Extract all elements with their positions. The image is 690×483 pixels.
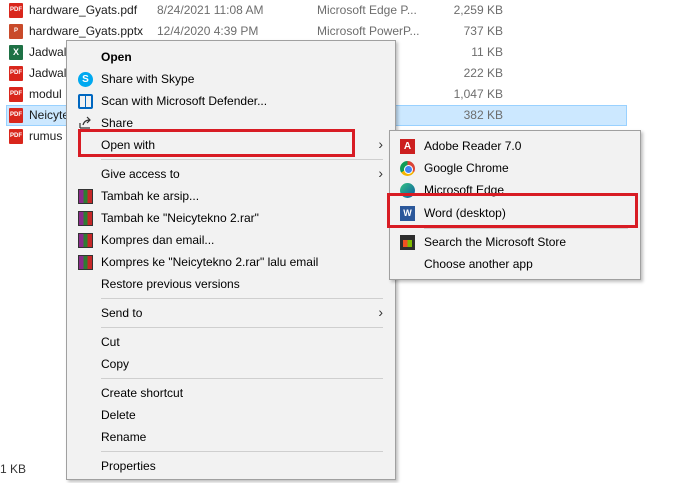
menu-item-label: Open (101, 50, 132, 64)
menu-item-label: Open with (101, 138, 156, 152)
file-name[interactable]: hardware_Gyats.pptx (29, 24, 143, 38)
file-name[interactable]: Jadwal (29, 66, 66, 80)
menu-item-kompres-email[interactable]: Kompres dan email... (67, 229, 395, 251)
menu-item-label: Tambah ke "Neicytekno 2.rar" (101, 211, 259, 225)
pdf-file-icon: PDF (9, 129, 23, 144)
menu-item-label: Restore previous versions (101, 277, 240, 291)
file-size: 382 KB (463, 108, 503, 122)
menu-item-kompres-rar-email[interactable]: Kompres ke "Neicytekno 2.rar" lalu email (67, 251, 395, 273)
menu-item-label: Kompres ke "Neicytekno 2.rar" lalu email (101, 255, 319, 269)
file-name[interactable]: hardware_Gyats.pdf (29, 3, 137, 17)
menu-item-label: Choose another app (424, 257, 533, 271)
menu-item-tambah-rar[interactable]: Tambah ke "Neicytekno 2.rar" (67, 207, 395, 229)
file-name[interactable]: Jadwal (29, 45, 66, 59)
menu-item-label: Share (101, 116, 134, 130)
menu-item-label: Google Chrome (424, 161, 509, 175)
menu-item-label: Share with Skype (101, 72, 195, 86)
xlsx-file-icon: X (9, 45, 23, 60)
menu-separator (101, 327, 383, 328)
file-size: 11 KB (471, 45, 503, 59)
menu-item-share[interactable]: Share (67, 112, 395, 134)
open-with-submenu: A Adobe Reader 7.0 Google Chrome Microso… (389, 130, 641, 280)
menu-item-label: Scan with Microsoft Defender... (101, 94, 268, 108)
menu-item-send-to[interactable]: Send to › (67, 302, 395, 324)
menu-item-label: Give access to (101, 167, 180, 181)
menu-separator (424, 228, 628, 229)
file-date: 8/24/2021 11:08 AM (157, 3, 264, 17)
menu-item-label: Adobe Reader 7.0 (424, 139, 522, 153)
file-size: 222 KB (463, 66, 503, 80)
menu-item-label: Properties (101, 459, 156, 473)
file-size: 737 KB (463, 24, 503, 38)
share-icon (78, 116, 93, 131)
submenu-item-choose-another[interactable]: Choose another app (390, 253, 640, 275)
defender-shield-icon (78, 94, 93, 109)
menu-item-open[interactable]: Open (67, 46, 395, 68)
file-size: 1,047 KB (453, 87, 503, 101)
pdf-file-icon: PDF (9, 66, 23, 81)
pptx-file-icon: P (9, 24, 23, 39)
pdf-file-icon: PDF (9, 87, 23, 102)
menu-item-label: Create shortcut (101, 386, 184, 400)
menu-item-label: Copy (101, 357, 130, 371)
winrar-icon (78, 255, 93, 270)
edge-icon (400, 183, 415, 198)
pdf-file-icon: PDF (9, 3, 23, 18)
menu-item-scan-defender[interactable]: Scan with Microsoft Defender... (67, 90, 395, 112)
status-size: 1 KB (0, 462, 27, 476)
menu-item-tambah-arsip[interactable]: Tambah ke arsip... (67, 185, 395, 207)
menu-separator (101, 159, 383, 160)
menu-item-give-access[interactable]: Give access to › (67, 163, 395, 185)
menu-item-delete[interactable]: Delete (67, 404, 395, 426)
menu-item-rename[interactable]: Rename (67, 426, 395, 448)
menu-item-label: Word (desktop) (424, 206, 506, 220)
microsoft-store-icon (400, 235, 415, 250)
menu-item-label: Send to (101, 306, 143, 320)
menu-item-restore[interactable]: Restore previous versions (67, 273, 395, 295)
file-name[interactable]: rumus (29, 129, 62, 143)
chevron-right-icon: › (378, 136, 383, 152)
winrar-icon (78, 233, 93, 248)
submenu-item-microsoft-edge[interactable]: Microsoft Edge (390, 179, 640, 201)
menu-item-open-with[interactable]: Open with › (67, 134, 395, 156)
menu-item-properties[interactable]: Properties (67, 455, 395, 477)
winrar-icon (78, 211, 93, 226)
submenu-item-microsoft-store[interactable]: Search the Microsoft Store (390, 231, 640, 253)
chevron-right-icon: › (378, 165, 383, 181)
pdf-file-icon: PDF (9, 108, 23, 123)
file-row[interactable]: PDF hardware_Gyats.pdf 8/24/2021 11:08 A… (0, 0, 690, 21)
file-row[interactable]: P hardware_Gyats.pptx 12/4/2020 4:39 PM … (0, 21, 690, 42)
word-icon: W (400, 206, 415, 221)
submenu-item-word[interactable]: W Word (desktop) (390, 202, 640, 224)
context-menu: Open S Share with Skype Scan with Micros… (66, 40, 396, 480)
menu-item-label: Rename (101, 430, 147, 444)
file-name[interactable]: Neicyte (29, 108, 69, 122)
menu-item-label: Delete (101, 408, 136, 422)
menu-item-cut[interactable]: Cut (67, 331, 395, 353)
file-date: 12/4/2020 4:39 PM (157, 24, 259, 38)
file-name[interactable]: modul (29, 87, 62, 101)
menu-item-copy[interactable]: Copy (67, 353, 395, 375)
menu-item-label: Cut (101, 335, 120, 349)
submenu-item-google-chrome[interactable]: Google Chrome (390, 157, 640, 179)
menu-item-label: Kompres dan email... (101, 233, 215, 247)
menu-item-share-skype[interactable]: S Share with Skype (67, 68, 395, 90)
menu-separator (101, 378, 383, 379)
skype-icon: S (78, 72, 93, 87)
file-size: 2,259 KB (453, 3, 503, 17)
menu-separator (101, 451, 383, 452)
file-type: Microsoft PowerP... (317, 24, 420, 38)
chrome-icon (400, 161, 415, 176)
menu-item-label: Search the Microsoft Store (424, 235, 567, 249)
adobe-reader-icon: A (400, 139, 415, 154)
menu-item-create-shortcut[interactable]: Create shortcut (67, 382, 395, 404)
winrar-icon (78, 189, 93, 204)
submenu-item-adobe-reader[interactable]: A Adobe Reader 7.0 (390, 135, 640, 157)
chevron-right-icon: › (378, 304, 383, 320)
menu-item-label: Tambah ke arsip... (101, 189, 200, 203)
file-type: Microsoft Edge P... (317, 3, 417, 17)
menu-separator (101, 298, 383, 299)
menu-item-label: Microsoft Edge (424, 183, 505, 197)
